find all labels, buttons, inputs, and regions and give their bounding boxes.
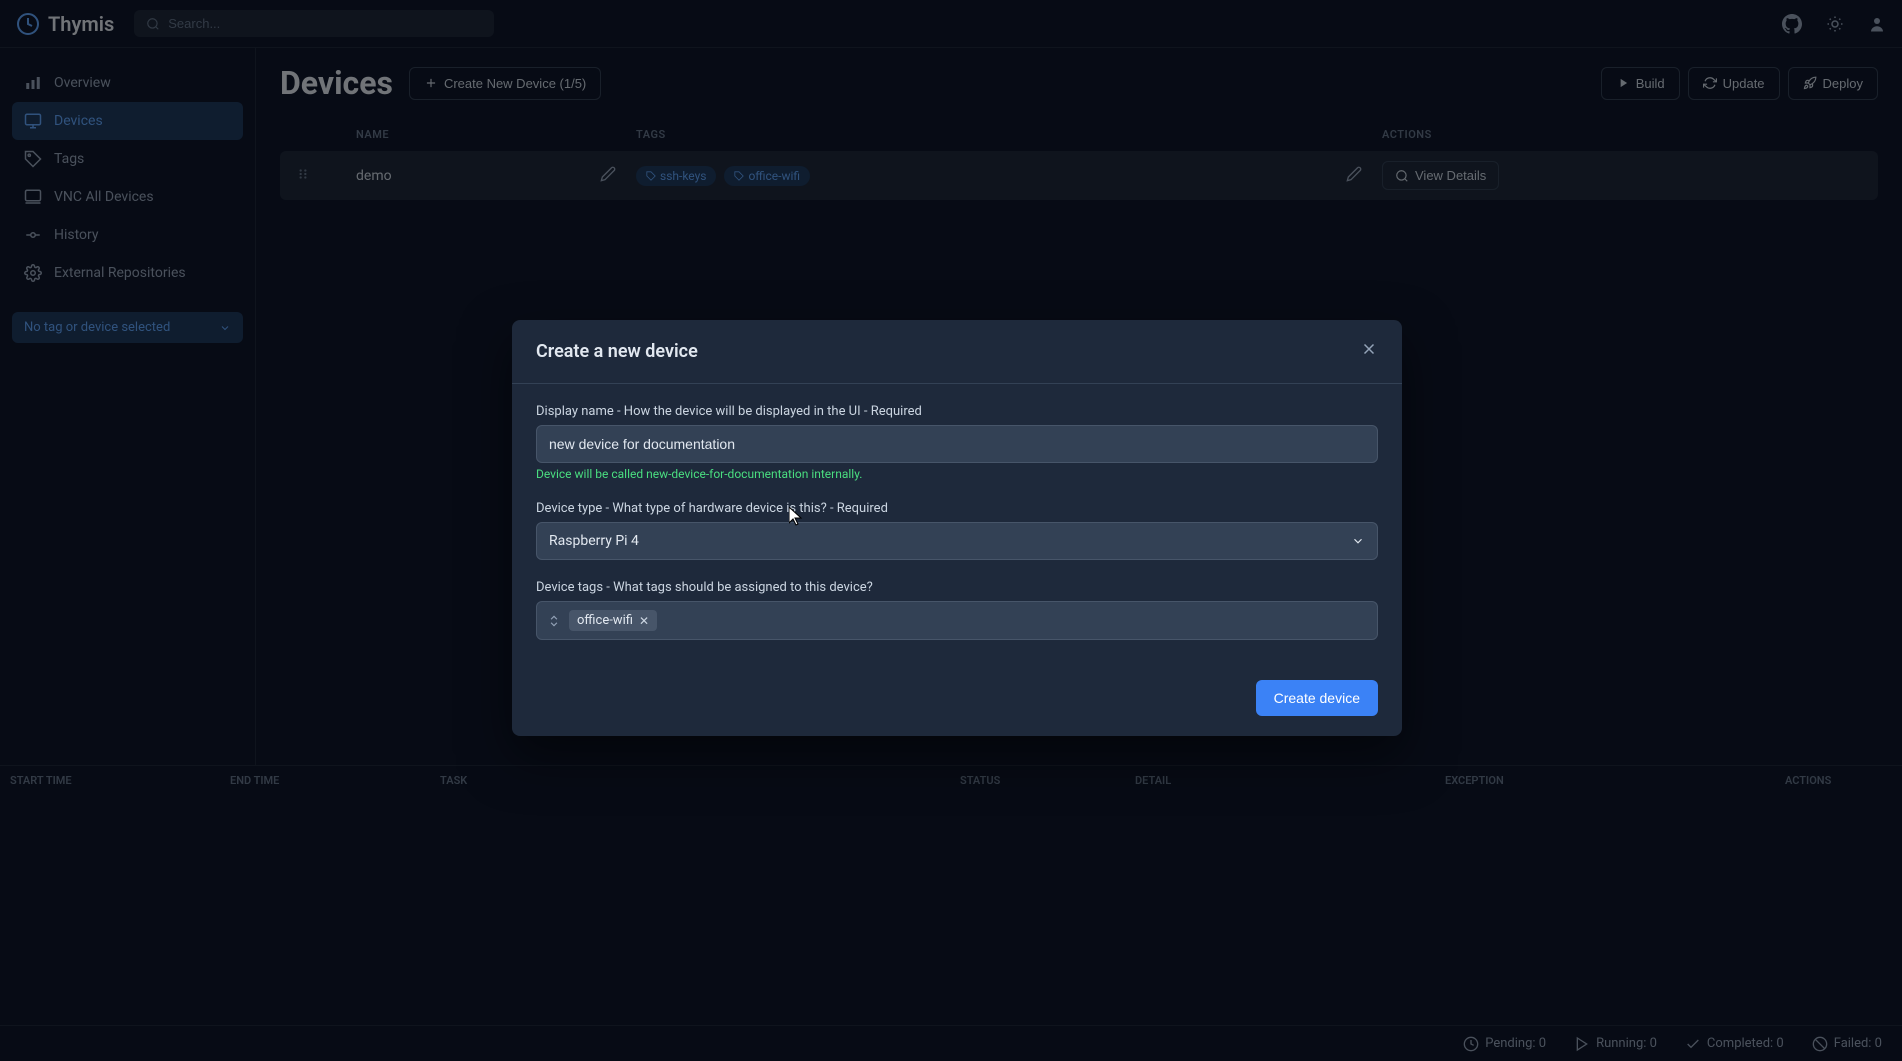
device-tags-input[interactable]: office-wifi ✕ [536, 601, 1378, 640]
device-type-select[interactable]: Raspberry Pi 4 [536, 522, 1378, 560]
chevron-down-icon [1351, 534, 1365, 548]
selected-tag-label: office-wifi [577, 613, 633, 628]
form-group-tags: Device tags - What tags should be assign… [536, 580, 1378, 640]
close-icon [1360, 340, 1378, 358]
remove-tag-button[interactable]: ✕ [639, 614, 649, 628]
display-name-hint: Device will be called new-device-for-doc… [536, 467, 1378, 481]
modal-footer: Create device [512, 680, 1402, 736]
form-group-name: Display name - How the device will be di… [536, 404, 1378, 481]
display-name-label: Display name - How the device will be di… [536, 404, 1378, 419]
sort-icon[interactable] [547, 614, 561, 628]
device-tags-label: Device tags - What tags should be assign… [536, 580, 1378, 595]
selected-tag-chip: office-wifi ✕ [569, 610, 657, 631]
modal-title: Create a new device [536, 341, 698, 362]
device-type-label: Device type - What type of hardware devi… [536, 501, 1378, 516]
modal-body: Display name - How the device will be di… [512, 384, 1402, 680]
create-device-submit-button[interactable]: Create device [1256, 680, 1378, 716]
display-name-input[interactable] [536, 425, 1378, 463]
modal-header: Create a new device [512, 320, 1402, 384]
form-group-type: Device type - What type of hardware devi… [536, 501, 1378, 560]
create-device-modal: Create a new device Display name - How t… [512, 320, 1402, 736]
modal-close-button[interactable] [1360, 340, 1378, 363]
device-type-value: Raspberry Pi 4 [549, 533, 639, 549]
